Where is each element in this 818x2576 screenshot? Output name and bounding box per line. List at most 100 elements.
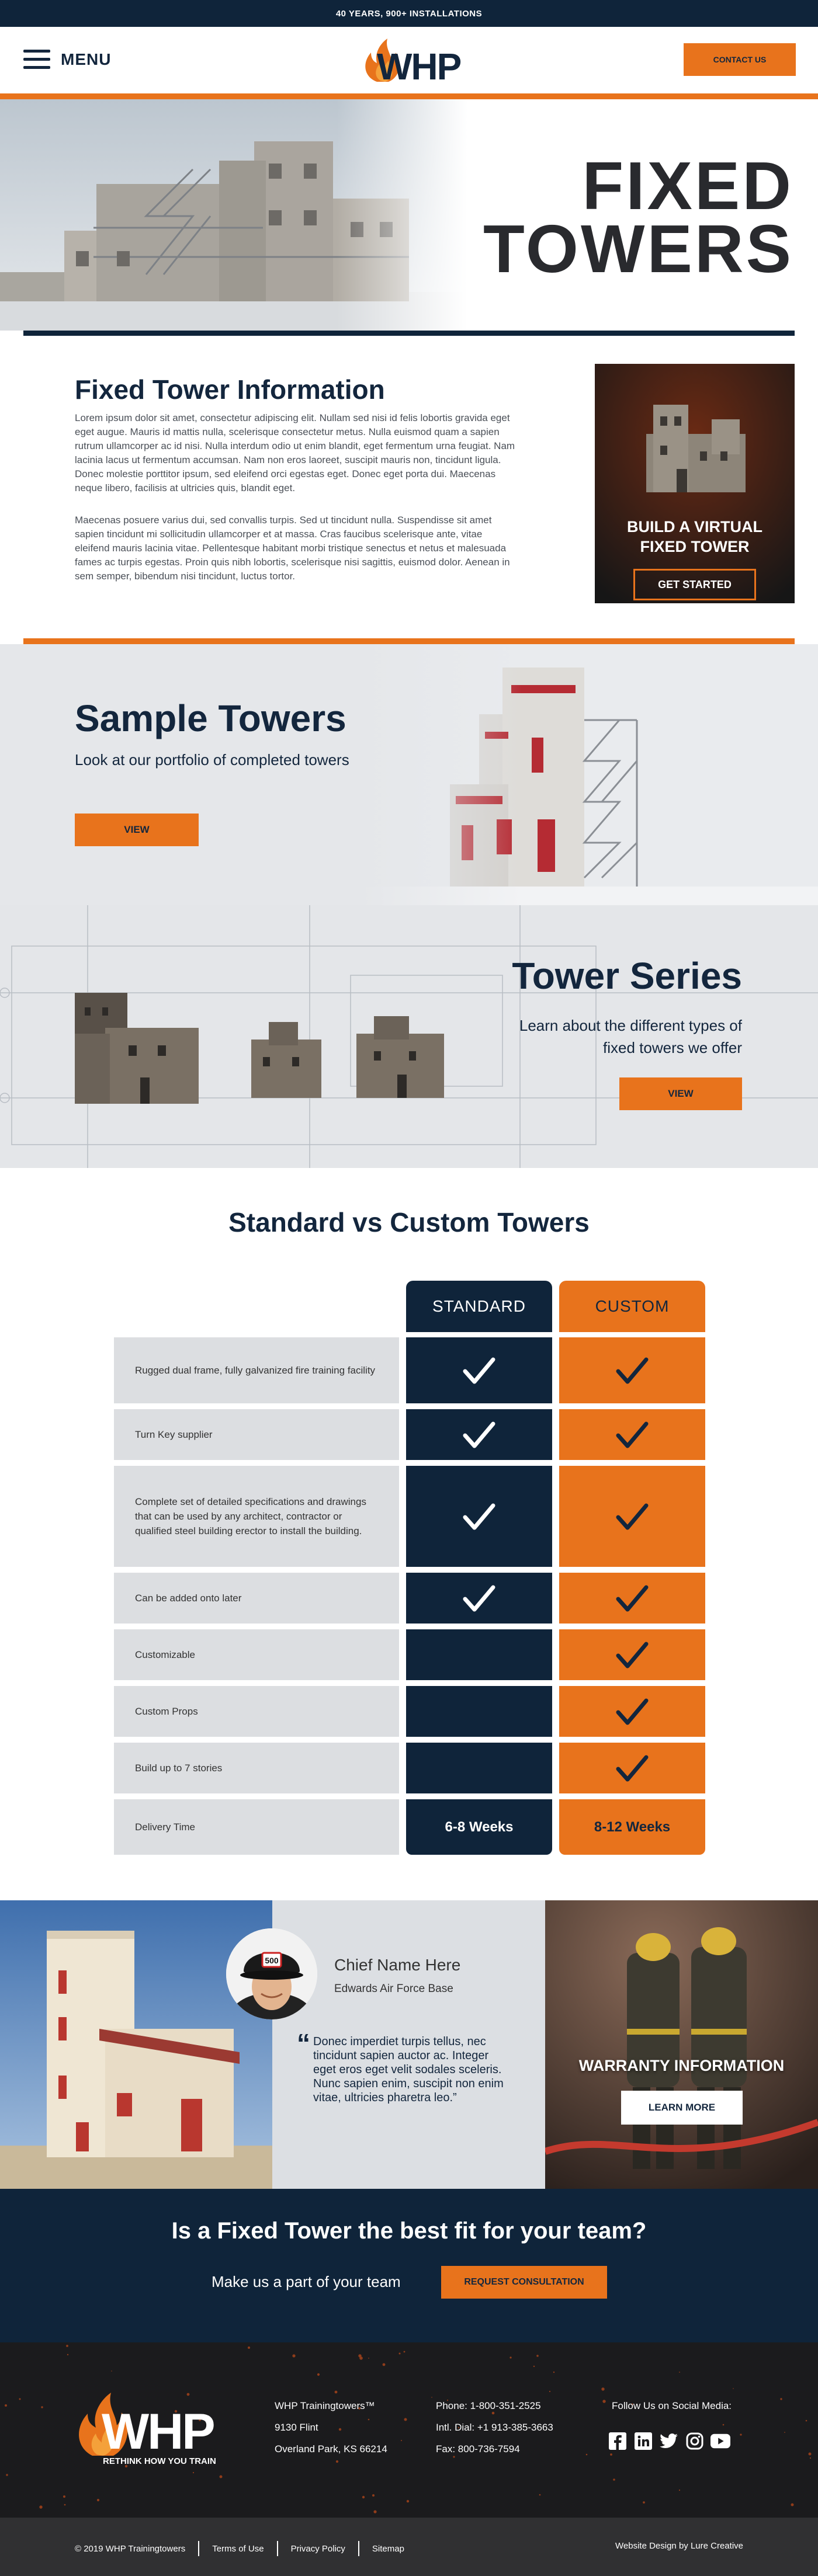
footer-company-name: WHP Trainingtowers™ — [275, 2400, 375, 2411]
checkmark-icon — [463, 1357, 495, 1383]
warranty-title: WARRANTY INFORMATION — [578, 2057, 785, 2074]
standard-cell — [406, 1337, 552, 1403]
virtual-tower-title-line-2: FIXED TOWER — [640, 538, 750, 555]
checkmark-icon — [616, 1642, 649, 1668]
site-footer: WHP RETHINK HOW YOU TRAIN WHP Trainingto… — [0, 2342, 818, 2518]
footer-intl-phone[interactable]: Intl. Dial: +1 913-385-3663 — [436, 2417, 553, 2438]
tower-series-section: Tower Series Learn about the different t… — [0, 905, 818, 1168]
design-credit-link[interactable]: Website Design by Lure Creative — [615, 2541, 743, 2551]
chief-avatar: 500 — [226, 1928, 317, 2019]
twitter-icon[interactable] — [659, 2431, 679, 2451]
custom-tower-photo — [0, 1900, 272, 2189]
virtual-tower-image — [595, 364, 795, 603]
facebook-icon[interactable] — [608, 2431, 628, 2451]
tower-series-view-button[interactable]: VIEW — [619, 1077, 742, 1110]
learn-more-button[interactable]: LEARN MORE — [621, 2091, 743, 2125]
firefighters-photo — [544, 1900, 818, 2189]
footer-tagline: RETHINK HOW YOU TRAIN — [103, 2456, 216, 2466]
svg-text:WHP: WHP — [377, 46, 461, 84]
footer-phones: Phone: 1-800-351-2525 Intl. Dial: +1 913… — [436, 2395, 553, 2460]
top-announcement-bar: 40 YEARS, 900+ INSTALLATIONS — [0, 0, 818, 27]
hero-divider — [23, 331, 795, 336]
cta-title: Is a Fixed Tower the best fit for your t… — [171, 2218, 647, 2244]
social-links — [608, 2431, 730, 2451]
custom-cell — [559, 1337, 705, 1403]
tower-series-title: Tower Series — [512, 955, 742, 997]
privacy-link[interactable]: Privacy Policy — [291, 2544, 345, 2554]
testimonial-row: 500 Chief Name Here Edwards Air Force Ba… — [0, 1900, 818, 2189]
comparison-row-label: Can be added onto later — [114, 1573, 399, 1624]
standard-cell — [406, 1573, 552, 1624]
testimonial-quote: Donec imperdiet turpis tellus, nec tinci… — [313, 2035, 504, 2104]
warranty-panel[interactable] — [544, 1900, 818, 2189]
cta-subtitle: Make us a part of your team — [212, 2273, 401, 2290]
comparison-title: Standard vs Custom Towers — [228, 1207, 590, 1237]
announcement-text: 40 YEARS, 900+ INSTALLATIONS — [335, 8, 483, 19]
get-started-button[interactable]: GET STARTED — [633, 569, 756, 600]
footer-address: WHP Trainingtowers™ 9130 Flint Overland … — [275, 2395, 387, 2460]
standard-cell — [406, 1686, 552, 1737]
virtual-tower-card[interactable]: BUILD A VIRTUAL FIXED TOWER GET STARTED — [595, 364, 795, 603]
custom-cell — [559, 1686, 705, 1737]
social-label: Follow Us on Social Media: — [612, 2400, 732, 2411]
comparison-row-label: Build up to 7 stories — [114, 1743, 399, 1793]
checkmark-icon — [616, 1503, 649, 1529]
copyright-text: © 2019 WHP Trainingtowers — [75, 2543, 186, 2554]
virtual-tower-title: BUILD A VIRTUAL FIXED TOWER — [595, 517, 795, 557]
menu-label[interactable]: MENU — [61, 50, 111, 69]
checkmark-icon — [616, 1755, 649, 1781]
checkmark-icon — [616, 1698, 649, 1725]
request-consultation-button[interactable]: REQUEST CONSULTATION — [441, 2266, 607, 2299]
hamburger-menu-icon[interactable] — [23, 50, 50, 69]
standard-cell: 6-8 Weeks — [406, 1799, 552, 1855]
chief-location: Edwards Air Force Base — [334, 1983, 453, 1995]
quote-icon: “ — [297, 2028, 310, 2059]
info-paragraph-2: Maecenas posuere varius dui, sed convall… — [75, 514, 510, 582]
terms-link[interactable]: Terms of Use — [212, 2544, 264, 2554]
sample-tower-photo — [362, 644, 818, 905]
header-divider — [0, 93, 818, 99]
footer-logo[interactable]: WHP RETHINK HOW YOU TRAIN — [72, 2387, 242, 2469]
footer-fax: Fax: 800-736-7594 — [436, 2443, 520, 2455]
checkmark-icon — [616, 1357, 649, 1383]
sitemap-link[interactable]: Sitemap — [372, 2544, 404, 2554]
comparison-row-label: Turn Key supplier — [114, 1409, 399, 1460]
standard-cell — [406, 1743, 552, 1793]
checkmark-icon — [463, 1585, 495, 1611]
sample-towers-view-button[interactable]: VIEW — [75, 814, 199, 846]
footer-phone[interactable]: Phone: 1-800-351-2525 — [436, 2395, 553, 2417]
helmet-badge-number: 500 — [265, 1956, 279, 1965]
comparison-row-label: Complete set of detailed specifications … — [114, 1466, 399, 1567]
hero-tower-photo — [0, 99, 467, 331]
contact-us-button[interactable]: CONTACT US — [684, 43, 796, 76]
legal-bar: © 2019 WHP Trainingtowers Terms of Use P… — [0, 2518, 818, 2576]
custom-cell — [559, 1629, 705, 1680]
comparison-row-label: Customizable — [114, 1629, 399, 1680]
hero-title-line-1: FIXED — [582, 148, 793, 224]
hero-section: FIXED TOWERS — [0, 99, 818, 338]
virtual-tower-title-line-1: BUILD A VIRTUAL — [627, 518, 762, 536]
footer-logo-text: WHP — [102, 2404, 214, 2460]
info-divider — [23, 638, 795, 644]
whp-logo[interactable]: WHP — [353, 36, 465, 88]
info-paragraph-1: Lorem ipsum dolor sit amet, consectetur … — [75, 412, 515, 493]
tower-series-subtitle: Learn about the different types of fixed… — [519, 1017, 742, 1056]
chief-name: Chief Name Here — [334, 1956, 461, 1974]
standard-cell — [406, 1466, 552, 1567]
comparison-section: Standard vs Custom Towers STANDARD CUSTO… — [0, 1168, 818, 1900]
custom-cell — [559, 1409, 705, 1460]
youtube-icon[interactable] — [710, 2431, 730, 2451]
sample-towers-subtitle: Look at our portfolio of completed tower… — [75, 751, 349, 769]
checkmark-icon — [616, 1585, 649, 1611]
custom-cell — [559, 1743, 705, 1793]
hero-title: FIXED TOWERS — [483, 148, 793, 283]
comparison-row-label: Delivery Time — [114, 1799, 399, 1855]
custom-cell — [559, 1573, 705, 1624]
instagram-icon[interactable] — [685, 2431, 705, 2451]
custom-column-header: CUSTOM — [559, 1281, 705, 1332]
sample-towers-section: Sample Towers Look at our portfolio of c… — [0, 644, 818, 905]
linkedin-icon[interactable] — [633, 2431, 653, 2451]
comparison-row-label: Custom Props — [114, 1686, 399, 1737]
legal-links: © 2019 WHP Trainingtowers Terms of Use P… — [75, 2541, 404, 2556]
standard-cell — [406, 1409, 552, 1460]
